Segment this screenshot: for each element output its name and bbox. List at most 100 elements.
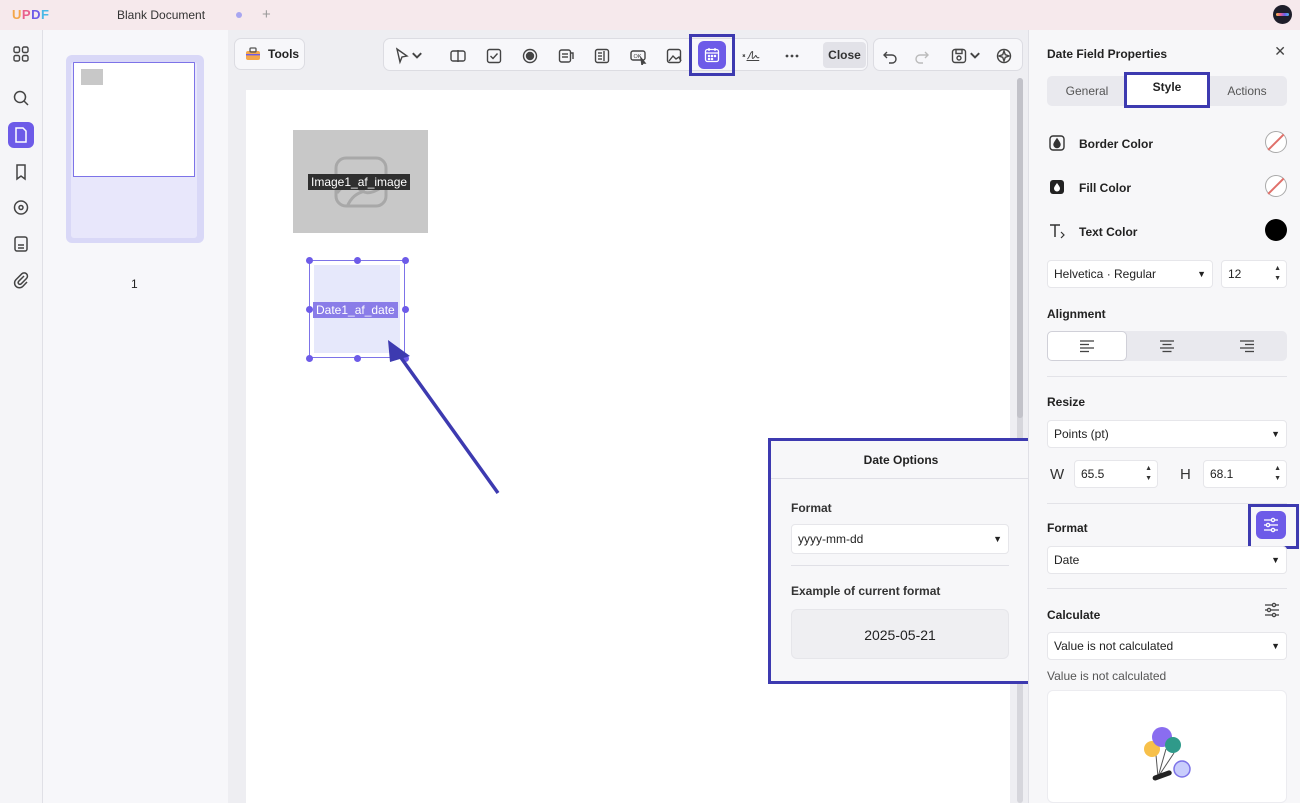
document-tab[interactable]: Blank Document [90, 0, 250, 30]
text-color-icon [1050, 224, 1065, 239]
format-select[interactable]: Date ▼ [1047, 546, 1287, 574]
annotation-arrow-icon [388, 340, 500, 495]
image-field-label: Image1_af_image [308, 174, 411, 190]
new-tab-plus-icon[interactable]: + [262, 6, 271, 23]
divider [1047, 588, 1287, 589]
align-right-button[interactable] [1207, 331, 1287, 361]
resize-handle[interactable] [354, 257, 361, 264]
panel-title: Date Field Properties [1047, 47, 1168, 61]
avatar[interactable] [1273, 5, 1292, 24]
signature-icon[interactable] [737, 44, 765, 68]
image-field-icon[interactable] [662, 44, 686, 68]
bookmark-icon[interactable] [8, 159, 34, 185]
comments-icon[interactable] [8, 195, 34, 221]
thumbnail-pane: 1 [43, 30, 228, 803]
font-size-stepper[interactable]: 12 ▲ ▼ [1221, 260, 1287, 288]
image-form-field[interactable]: Image1_af_image [293, 130, 428, 233]
tab-style[interactable]: Style [1124, 72, 1210, 108]
height-value: 68.1 [1210, 467, 1234, 481]
select-caret-icon: ▼ [1271, 555, 1280, 565]
select-caret-icon: ▼ [1197, 269, 1206, 279]
date-format-select[interactable]: yyyy-mm-dd ▼ [791, 524, 1009, 554]
align-center-icon [1160, 340, 1174, 353]
tab-actions[interactable]: Actions [1207, 76, 1287, 106]
width-stepper[interactable]: 65.5 ▲ ▼ [1074, 460, 1158, 488]
format-label: Format [1047, 521, 1088, 535]
format-options-button[interactable] [1256, 511, 1286, 539]
stepper-arrows-icon[interactable]: ▲ ▼ [1145, 464, 1152, 484]
close-form-mode-button[interactable]: Close [823, 42, 866, 68]
fill-color-swatch[interactable] [1265, 175, 1287, 197]
chevron-down-icon[interactable] [410, 44, 424, 68]
font-select[interactable]: Helvetica · Regular ▼ [1047, 260, 1213, 288]
paperclip-icon[interactable] [8, 267, 34, 293]
text-field-icon[interactable] [446, 44, 470, 68]
calculate-label: Calculate [1047, 608, 1101, 622]
border-color-label: Border Color [1079, 137, 1154, 151]
save-options-chevron-icon[interactable] [968, 44, 982, 68]
resize-handle[interactable] [402, 306, 409, 313]
title-bar: UPDF Blank Document + [0, 0, 1300, 30]
calculate-value: Value is not calculated [1054, 639, 1174, 653]
align-right-icon [1240, 340, 1254, 353]
unsaved-dot-icon [236, 12, 242, 18]
stepper-arrows-icon[interactable]: ▲ ▼ [1274, 464, 1281, 484]
scrollbar-thumb[interactable] [1017, 78, 1023, 418]
fill-color-icon [1050, 180, 1064, 194]
button-field-icon[interactable]: OK [626, 44, 650, 68]
checkbox-icon[interactable] [482, 44, 506, 68]
sliders-icon [1264, 517, 1278, 533]
redo-icon[interactable] [910, 44, 934, 68]
format-value: Date [1054, 553, 1080, 567]
close-icon[interactable]: ✕ [1274, 43, 1286, 60]
ai-assistant-icon[interactable] [992, 44, 1016, 68]
pdf-page: Image1_af_image Date1_af_date Date Optio… [246, 90, 1034, 803]
tools-button[interactable]: Tools [234, 38, 305, 70]
properties-panel: Date Field Properties ✕ General Style Ac… [1028, 30, 1300, 803]
empty-state-illustration [1047, 690, 1287, 803]
thumbnail-page [71, 62, 197, 238]
divider [791, 565, 1009, 566]
resize-handle[interactable] [354, 355, 361, 362]
page-thumbnail[interactable] [66, 55, 204, 243]
attachments-list-icon[interactable] [8, 231, 34, 257]
page-number: 1 [131, 277, 138, 291]
thumbnail-page-top [73, 62, 195, 177]
calendar-icon[interactable] [698, 41, 726, 69]
font-value: Helvetica · Regular [1054, 267, 1157, 281]
height-label: H [1180, 466, 1191, 483]
resize-label: Resize [1047, 395, 1086, 409]
app-logo: UPDF [12, 7, 50, 22]
thumbnail-image-block [81, 69, 103, 85]
height-stepper[interactable]: 68.1 ▲ ▼ [1203, 460, 1287, 488]
resize-handle[interactable] [402, 257, 409, 264]
calculate-options-icon[interactable] [1263, 602, 1281, 618]
combo-box-icon[interactable] [554, 44, 578, 68]
undo-icon[interactable] [878, 44, 902, 68]
resize-handle[interactable] [306, 306, 313, 313]
radio-button-icon[interactable] [518, 44, 542, 68]
align-left-button[interactable] [1047, 331, 1127, 361]
toolbox-icon [246, 47, 260, 60]
border-color-row: Border Color [1047, 131, 1287, 155]
align-left-icon [1080, 340, 1094, 353]
more-icon[interactable] [780, 44, 804, 68]
calculate-select[interactable]: Value is not calculated ▼ [1047, 632, 1287, 660]
grid-view-icon[interactable] [8, 41, 34, 67]
width-value: 65.5 [1081, 467, 1105, 481]
resize-handle[interactable] [306, 355, 313, 362]
tab-general[interactable]: General [1047, 76, 1127, 106]
border-color-swatch[interactable] [1265, 131, 1287, 153]
align-center-button[interactable] [1127, 331, 1207, 361]
list-box-icon[interactable] [590, 44, 614, 68]
stepper-arrows-icon[interactable]: ▲ ▼ [1274, 264, 1281, 284]
text-color-swatch[interactable] [1265, 219, 1287, 241]
alignment-label: Alignment [1047, 307, 1106, 321]
canvas-area: Tools OK Close Image1_af_image Date1_af_… [228, 30, 1034, 803]
divider [1047, 376, 1287, 377]
resize-handle[interactable] [306, 257, 313, 264]
search-icon[interactable] [8, 85, 34, 111]
unit-select[interactable]: Points (pt) ▼ [1047, 420, 1287, 448]
date-field-label: Date1_af_date [313, 302, 398, 318]
pages-icon[interactable] [8, 122, 34, 148]
